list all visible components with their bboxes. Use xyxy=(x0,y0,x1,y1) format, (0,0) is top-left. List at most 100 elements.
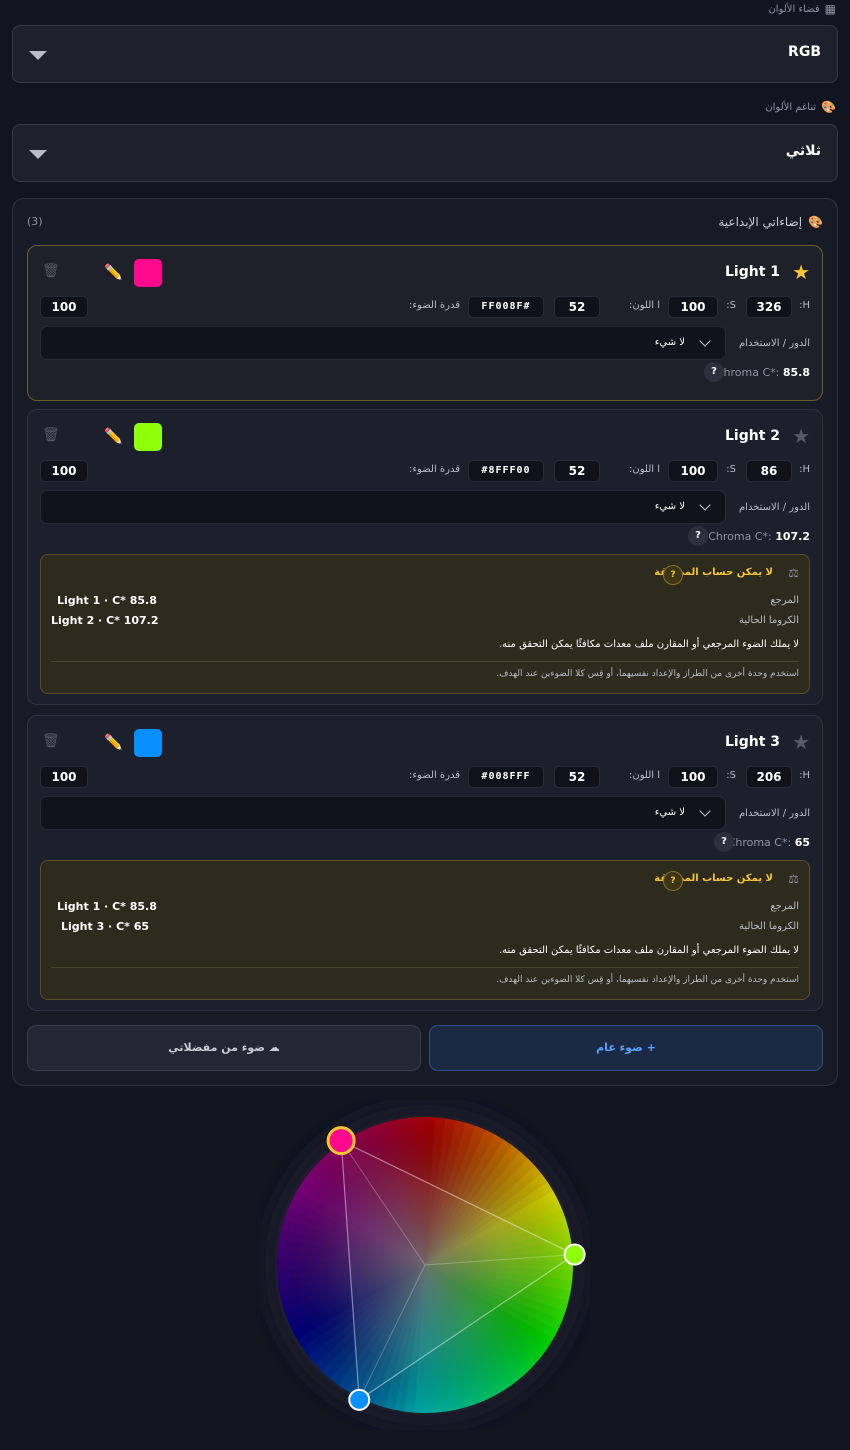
s-label: S: xyxy=(726,464,736,475)
help-button[interactable]: ? xyxy=(704,362,724,382)
role-label: الدور / الاستخدام xyxy=(738,808,810,819)
lightness-input[interactable]: 52 xyxy=(554,766,600,788)
chevron-down-icon xyxy=(699,805,711,817)
wheel-handle-3[interactable] xyxy=(348,1388,371,1411)
harmony-label: 🎨 تناغم الألوان xyxy=(765,100,836,114)
add-general-light-button[interactable]: + ضوء عام xyxy=(429,1025,823,1071)
pencil-icon[interactable]: ✏️ xyxy=(104,733,123,751)
balance-scale-icon: ⚖ xyxy=(788,566,799,580)
wheel-handle-1[interactable] xyxy=(326,1126,356,1156)
role-label: الدور / الاستخدام xyxy=(738,338,810,349)
current-chroma-value: Light 3 · C* 65 xyxy=(61,920,150,933)
intensity-input[interactable]: 100 xyxy=(40,296,88,318)
hex-input[interactable]: #8FFF00 xyxy=(468,460,544,482)
light-name: Light 1 xyxy=(724,264,780,280)
reference-label: المرجع xyxy=(770,901,799,912)
colorspace-select[interactable]: RGB xyxy=(12,25,838,83)
role-select[interactable]: لا شيء xyxy=(40,326,726,360)
color-swatch[interactable] xyxy=(134,259,162,287)
chroma-readout: Chroma C*: 85.8 xyxy=(715,366,810,379)
hue-input[interactable]: 86 xyxy=(746,460,792,482)
light-card[interactable]: ★ Light 1 ✏️ 🗑 H: 326 S: 100 ا اللون: 52… xyxy=(27,245,823,401)
lights-count: (3) xyxy=(27,215,43,228)
saturation-input[interactable]: 100 xyxy=(668,296,718,318)
star-icon[interactable]: ★ xyxy=(792,424,810,448)
intensity-input[interactable]: 100 xyxy=(40,460,88,482)
palette-icon: 🎨 xyxy=(821,100,836,114)
harmony-select[interactable]: ثلاثي xyxy=(12,124,838,182)
chroma-readout: Chroma C*: 107.2 xyxy=(708,530,810,543)
reference-label: المرجع xyxy=(770,595,799,606)
current-chroma-label: الكروما الحالية xyxy=(738,921,799,932)
color-wheel-svg[interactable] xyxy=(260,1100,590,1430)
intensity-input[interactable]: 100 xyxy=(40,766,88,788)
color-swatch[interactable] xyxy=(134,423,162,451)
caret-down-icon xyxy=(29,51,47,60)
star-icon[interactable]: ★ xyxy=(792,260,810,284)
l-label: ا اللون: xyxy=(629,770,660,781)
help-button[interactable]: ? xyxy=(688,526,708,546)
light-name: Light 2 xyxy=(724,428,780,444)
reference-value: Light 1 · C* 85.8 xyxy=(57,594,157,607)
help-button[interactable]: ? xyxy=(663,871,683,891)
colorspace-value: RGB xyxy=(788,44,821,60)
hex-input[interactable]: #008FFF xyxy=(468,766,544,788)
divider xyxy=(51,967,799,968)
color-swatch[interactable] xyxy=(134,729,162,757)
match-warning: ⚖ لا يمكن حساب المطابقة ? المرجع الكروما… xyxy=(40,554,810,694)
light-card[interactable]: ★ Light 3 ✏️ 🗑 H: 206 S: 100 ا اللون: 52… xyxy=(27,715,823,1011)
harmony-value: ثلاثي xyxy=(785,143,821,159)
grid-icon: ▦ xyxy=(824,2,836,16)
h-label: H: xyxy=(799,300,810,311)
trash-icon[interactable]: 🗑 xyxy=(42,263,60,279)
pencil-icon[interactable]: ✏️ xyxy=(104,427,123,445)
trash-icon[interactable]: 🗑 xyxy=(42,427,60,443)
chevron-down-icon xyxy=(699,335,711,347)
saturation-input[interactable]: 100 xyxy=(668,766,718,788)
role-label: الدور / الاستخدام xyxy=(738,502,810,513)
warning-body: لا يملك الضوء المرجعي أو المقارن ملف معد… xyxy=(498,945,799,956)
current-chroma-value: Light 2 · C* 107.2 xyxy=(51,614,159,627)
cloud-icon: ☁ xyxy=(268,1041,280,1054)
help-button[interactable]: ? xyxy=(663,565,683,585)
hue-input[interactable]: 206 xyxy=(746,766,792,788)
light-card[interactable]: ★ Light 2 ✏️ 🗑 H: 86 S: 100 ا اللون: 52 … xyxy=(27,409,823,705)
role-select[interactable]: لا شيء xyxy=(40,490,726,524)
balance-scale-icon: ⚖ xyxy=(788,872,799,886)
hex-input[interactable]: FF008F# xyxy=(468,296,544,318)
divider xyxy=(51,661,799,662)
role-select[interactable]: لا شيء xyxy=(40,796,726,830)
hue-input[interactable]: 326 xyxy=(746,296,792,318)
role-value: لا شيء xyxy=(654,807,685,818)
lightness-input[interactable]: 52 xyxy=(554,296,600,318)
chevron-down-icon xyxy=(699,499,711,511)
s-label: S: xyxy=(726,300,736,311)
panel-title: 🎨 إضاءاتي الإبداعية xyxy=(718,215,823,229)
color-wheel[interactable] xyxy=(260,1100,590,1430)
saturation-input[interactable]: 100 xyxy=(668,460,718,482)
role-value: لا شيء xyxy=(654,501,685,512)
warning-hint: استخدم وحدة أخرى من الطراز والإعداد نفسي… xyxy=(496,669,799,679)
lightness-input[interactable]: 52 xyxy=(554,460,600,482)
h-label: H: xyxy=(799,770,810,781)
light-name: Light 3 xyxy=(724,734,780,750)
palette-icon: 🎨 xyxy=(808,215,823,229)
role-value: لا شيء xyxy=(654,337,685,348)
trash-icon[interactable]: 🗑 xyxy=(42,733,60,749)
lights-panel: 🎨 إضاءاتي الإبداعية (3) ★ Light 1 ✏️ 🗑 H… xyxy=(12,198,838,1086)
star-icon[interactable]: ★ xyxy=(792,730,810,754)
match-warning: ⚖ لا يمكن حساب المطابقة ? المرجع الكروما… xyxy=(40,860,810,1000)
help-button[interactable]: ? xyxy=(714,832,734,852)
intensity-label: قدرة الضوء: xyxy=(408,464,460,475)
chroma-readout: Chroma C*: 65 xyxy=(727,836,810,849)
colorspace-label: ▦ فضاء الألوان xyxy=(768,2,836,16)
add-from-favorites-button[interactable]: ☁ ضوء من مفضلاتي xyxy=(27,1025,421,1071)
reference-value: Light 1 · C* 85.8 xyxy=(57,900,157,913)
pencil-icon[interactable]: ✏️ xyxy=(104,263,123,281)
intensity-label: قدرة الضوء: xyxy=(408,300,460,311)
h-label: H: xyxy=(799,464,810,475)
l-label: ا اللون: xyxy=(629,464,660,475)
warning-hint: استخدم وحدة أخرى من الطراز والإعداد نفسي… xyxy=(496,975,799,985)
s-label: S: xyxy=(726,770,736,781)
wheel-handle-2[interactable] xyxy=(563,1243,586,1266)
